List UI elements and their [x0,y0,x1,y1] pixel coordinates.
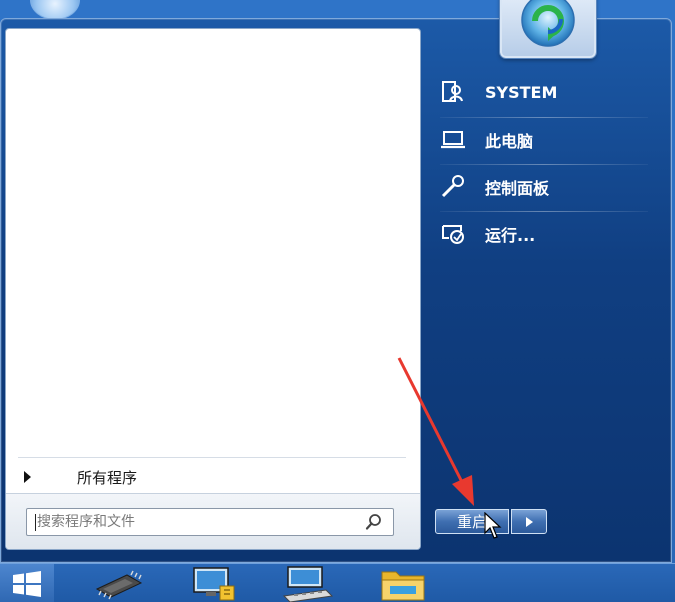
search-strip [6,493,420,549]
right-item-label: 运行... [485,226,536,245]
run-icon [436,218,470,250]
computer-icon [436,124,470,156]
user-folder-icon [436,76,470,108]
text-caret [35,514,36,531]
network-computer-icon [193,567,235,601]
taskbar [0,563,675,602]
taskbar-item-network[interactable] [188,566,242,602]
start-menu-left-pane: 所有程序 [5,28,421,550]
search-input[interactable] [27,509,361,535]
taskbar-item-folder[interactable] [376,566,430,602]
folder-icon [381,571,425,601]
expand-arrow-icon [24,471,31,483]
right-item-system[interactable]: SYSTEM [436,70,648,114]
user-picture-icon [521,0,575,47]
taskbar-item-keyboard[interactable] [280,566,334,602]
all-programs-label: 所有程序 [77,468,138,487]
start-button[interactable] [0,564,54,602]
chip-icon [95,570,143,600]
mouse-cursor-icon [484,512,502,539]
programs-divider [18,457,406,458]
right-item-this-pc[interactable]: 此电脑 [436,118,648,162]
play-arrow-icon [525,516,533,527]
desktop-icon-partial [30,0,80,20]
taskbar-item-chip[interactable] [92,566,146,602]
search-box[interactable] [26,508,394,536]
shutdown-options-button[interactable] [511,509,547,534]
right-item-label: 此电脑 [485,132,534,151]
pinned-programs-area [6,29,420,457]
wrench-icon [436,171,470,203]
right-item-run[interactable]: 运行... [436,212,648,256]
keyboard-monitor-icon [282,566,334,602]
right-item-control-panel[interactable]: 控制面板 [436,165,648,209]
user-picture-tile[interactable] [500,0,596,58]
magnifier-icon[interactable] [361,509,387,535]
all-programs-button[interactable]: 所有程序 [18,463,398,491]
right-item-label: SYSTEM [485,82,558,102]
right-item-label: 控制面板 [485,179,550,198]
windows-start-icon [13,570,41,597]
